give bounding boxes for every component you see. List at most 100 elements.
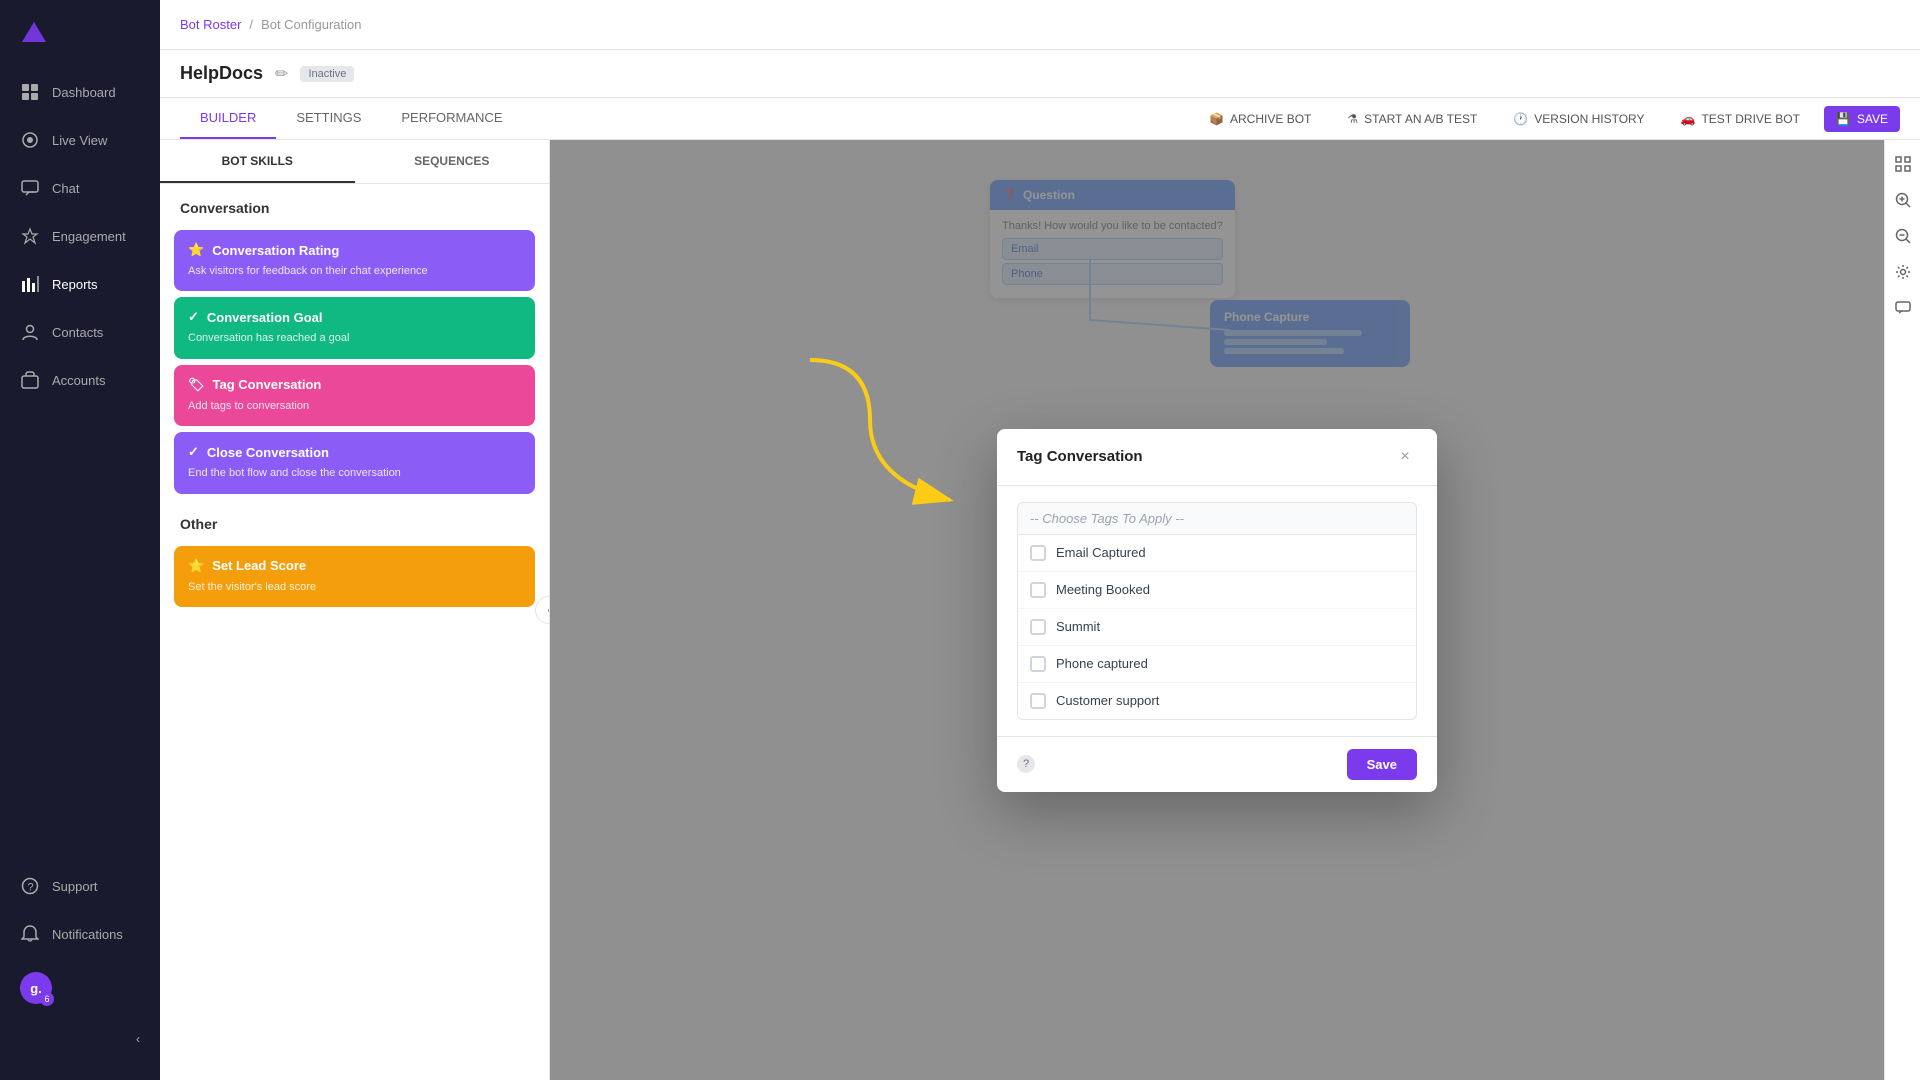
edit-icon[interactable]: ✏ [275, 64, 288, 84]
sidebar-item-live-view[interactable]: Live View [0, 116, 160, 164]
chat-button[interactable] [1889, 294, 1917, 322]
tag-icon: 🏷 [188, 377, 205, 393]
tag-label: Meeting Booked [1056, 582, 1150, 597]
sidebar-nav: Dashboard Live View Chat [0, 58, 160, 862]
tag-checkbox-phone[interactable] [1030, 656, 1046, 672]
panel-tabs: BOT SKILLS SEQUENCES [160, 140, 549, 184]
sidebar-item-chat[interactable]: Chat [0, 164, 160, 212]
arrow-annotation [750, 340, 1030, 560]
contacts-icon [20, 322, 40, 342]
svg-text:?: ? [28, 882, 34, 894]
tag-item-summit[interactable]: Summit [1018, 609, 1416, 646]
zoom-in-button[interactable] [1889, 186, 1917, 214]
right-panel [1884, 140, 1920, 1080]
notifications-icon [20, 924, 40, 944]
settings-button[interactable] [1889, 258, 1917, 286]
content-area: BOT SKILLS SEQUENCES Conversation ⭐ Conv… [160, 140, 1920, 1080]
page-title: HelpDocs [180, 63, 263, 84]
engagement-icon [20, 226, 40, 246]
tab-performance[interactable]: PERFORMANCE [381, 98, 522, 139]
modal-body: -- Choose Tags To Apply -- Email Capture… [997, 486, 1437, 736]
tab-builder[interactable]: BUILDER [180, 98, 276, 139]
sidebar-item-label: Reports [52, 277, 98, 292]
sidebar-item-contacts[interactable]: Contacts [0, 308, 160, 356]
tags-list: Email Captured Meeting Booked Summit [1017, 535, 1417, 720]
main-tabs: BUILDER SETTINGS PERFORMANCE [180, 98, 523, 139]
version-history-button[interactable]: 🕐 VERSION HISTORY [1501, 106, 1656, 132]
tag-checkbox-summit[interactable] [1030, 619, 1046, 635]
ab-test-button[interactable]: ⚗ START AN A/B TEST [1335, 106, 1489, 132]
panel-tab-sequences[interactable]: SEQUENCES [355, 140, 550, 183]
collapse-sidebar-button[interactable]: ‹ [0, 1018, 160, 1060]
tag-conversation-modal: Tag Conversation × -- Choose Tags To App… [997, 429, 1437, 792]
skill-card-title: 🏷 Tag Conversation [188, 377, 521, 393]
sidebar-item-label: Chat [52, 181, 79, 196]
fit-screen-button[interactable] [1889, 150, 1917, 178]
tag-item-customer-support[interactable]: Customer support [1018, 683, 1416, 719]
archive-bot-button[interactable]: 📦 ARCHIVE BOT [1197, 106, 1323, 132]
modal-overlay: Tag Conversation × -- Choose Tags To App… [550, 140, 1884, 1080]
sidebar-item-dashboard[interactable]: Dashboard [0, 68, 160, 116]
sidebar-item-notifications[interactable]: Notifications [0, 910, 160, 958]
breadcrumb: Bot Roster / Bot Configuration [180, 17, 362, 32]
tag-label: Summit [1056, 619, 1100, 634]
save-button[interactable]: 💾 SAVE [1824, 106, 1900, 132]
reports-icon [20, 274, 40, 294]
toolbar-actions: 📦 ARCHIVE BOT ⚗ START AN A/B TEST 🕐 VERS… [1197, 106, 1900, 132]
skill-card-close-conversation[interactable]: ✓ Close Conversation End the bot flow an… [174, 432, 535, 493]
sidebar-item-support[interactable]: ? Support [0, 862, 160, 910]
breadcrumb-current: Bot Configuration [261, 17, 361, 32]
panel-tab-bot-skills[interactable]: BOT SKILLS [160, 140, 355, 183]
sidebar-item-user[interactable]: g. 6 [0, 958, 160, 1018]
collapse-panel-button[interactable]: ‹ [535, 596, 550, 624]
avatar-wrapper: g. 6 [20, 972, 52, 1004]
ab-test-icon: ⚗ [1347, 112, 1358, 126]
tag-item-phone-captured[interactable]: Phone captured [1018, 646, 1416, 683]
tag-checkbox-meeting[interactable] [1030, 582, 1046, 598]
tag-checkbox-email[interactable] [1030, 545, 1046, 561]
modal-close-button[interactable]: × [1393, 445, 1417, 469]
lead-score-icon: ⭐ [188, 558, 204, 574]
page-title-row: HelpDocs ✏ Inactive [160, 50, 1920, 98]
zoom-out-button[interactable] [1889, 222, 1917, 250]
skill-card-conversation-rating[interactable]: ⭐ Conversation Rating Ask visitors for f… [174, 230, 535, 291]
breadcrumb-parent[interactable]: Bot Roster [180, 17, 241, 32]
sidebar-item-label: Live View [52, 133, 107, 148]
sidebar-item-label: Dashboard [52, 85, 116, 100]
support-icon: ? [20, 876, 40, 896]
notification-badge: 6 [40, 992, 54, 1006]
sidebar-item-accounts[interactable]: Accounts [0, 356, 160, 404]
help-icon[interactable]: ? [1017, 755, 1035, 773]
modal-save-button[interactable]: Save [1347, 749, 1417, 780]
sidebar-item-label: Notifications [52, 927, 123, 942]
tag-checkbox-customer[interactable] [1030, 693, 1046, 709]
sidebar-item-label: Support [52, 879, 98, 894]
skill-card-tag-conversation[interactable]: 🏷 Tag Conversation Add tags to conversat… [174, 365, 535, 426]
skill-card-conversation-goal[interactable]: ✓ Conversation Goal Conversation has rea… [174, 297, 535, 358]
tag-item-email-captured[interactable]: Email Captured [1018, 535, 1416, 572]
save-icon: 💾 [1836, 112, 1851, 126]
archive-icon: 📦 [1209, 112, 1224, 126]
breadcrumb-bar: Bot Roster / Bot Configuration [160, 0, 1920, 50]
canvas-area: ❓ Question Thanks! How would you like to… [550, 140, 1884, 1080]
sidebar-item-label: Accounts [52, 373, 105, 388]
modal-title: Tag Conversation [1017, 448, 1143, 465]
main-toolbar: BUILDER SETTINGS PERFORMANCE 📦 ARCHIVE B… [160, 98, 1920, 140]
test-drive-button[interactable]: 🚗 TEST DRIVE BOT [1669, 106, 1812, 132]
skill-card-title: ✓ Close Conversation [188, 444, 521, 460]
skill-card-title: ⭐ Set Lead Score [188, 558, 521, 574]
skill-card-desc: Ask visitors for feedback on their chat … [188, 264, 521, 279]
tag-label: Customer support [1056, 693, 1159, 708]
sidebar-bottom: ? Support Notifications g. 6 ‹ [0, 862, 160, 1080]
tag-item-meeting-booked[interactable]: Meeting Booked [1018, 572, 1416, 609]
tags-dropdown-header[interactable]: -- Choose Tags To Apply -- [1017, 502, 1417, 535]
sidebar-item-reports[interactable]: Reports [0, 260, 160, 308]
section-title-conversation: Conversation [160, 184, 549, 224]
dashboard-icon [20, 82, 40, 102]
sidebar-item-label: Contacts [52, 325, 103, 340]
sidebar-item-engagement[interactable]: Engagement [0, 212, 160, 260]
skill-card-desc: Add tags to conversation [188, 399, 521, 414]
tab-settings[interactable]: SETTINGS [276, 98, 381, 139]
skill-card-set-lead-score[interactable]: ⭐ Set Lead Score Set the visitor's lead … [174, 546, 535, 607]
modal-help: ? [1017, 755, 1035, 773]
